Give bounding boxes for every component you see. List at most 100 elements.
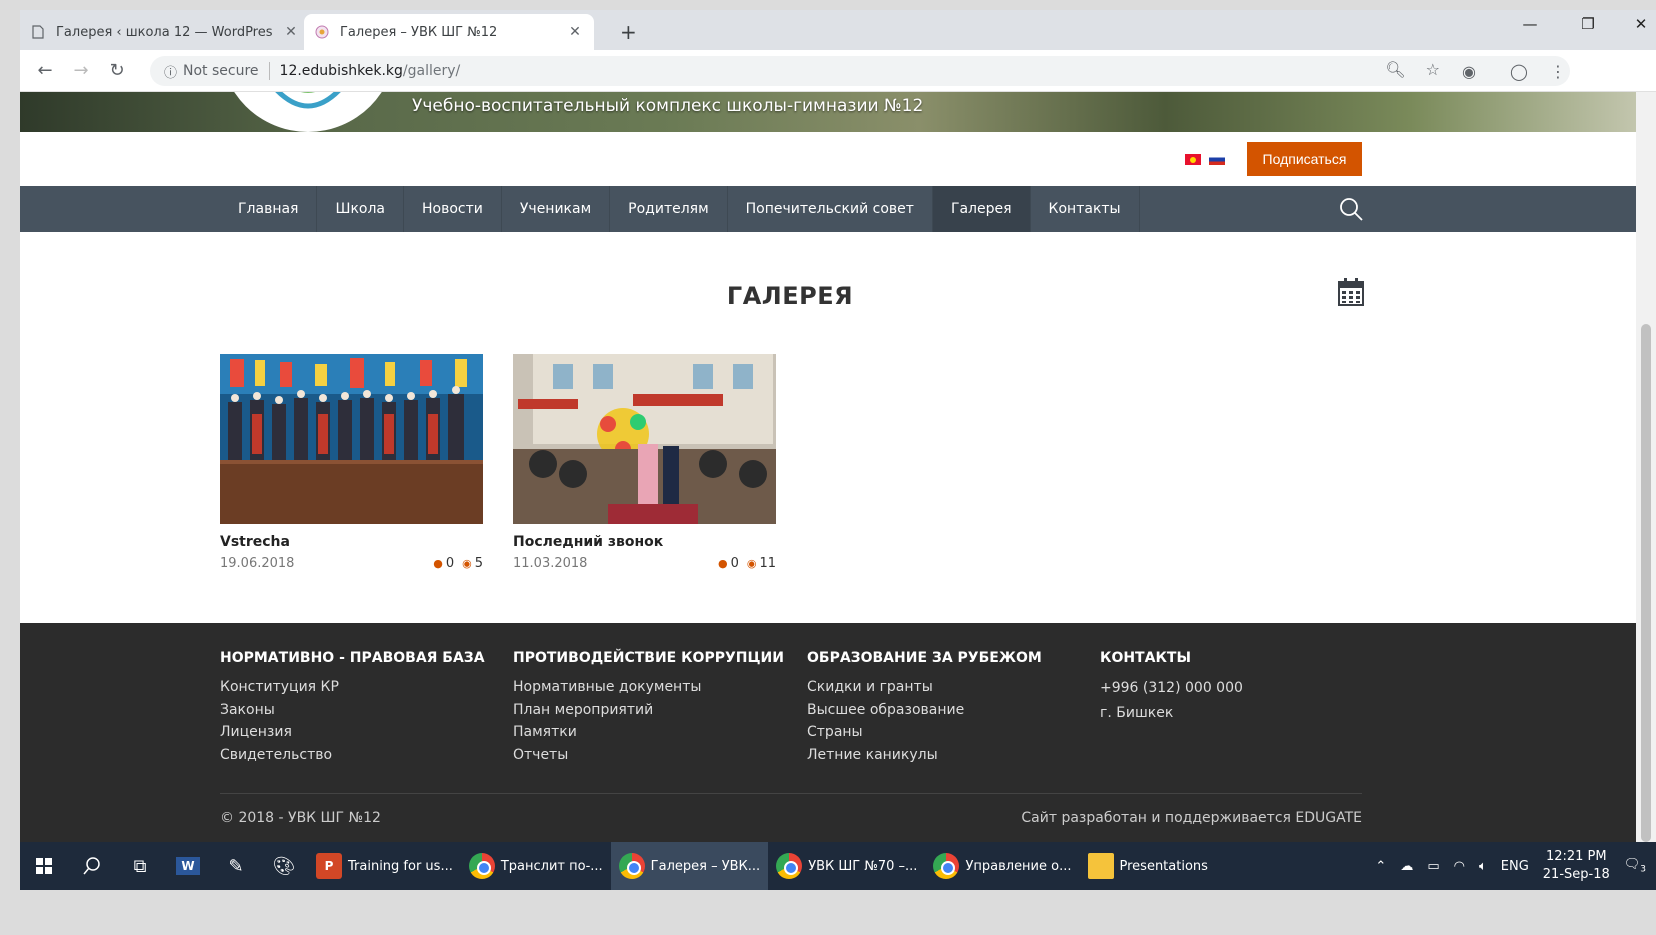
footer-link[interactable]: Свидетельство xyxy=(220,744,485,767)
taskbar-app-powerpoint[interactable]: P Training for us... xyxy=(308,842,461,890)
footer-link[interactable]: План мероприятий xyxy=(513,699,784,722)
powerpoint-icon: P xyxy=(316,853,342,879)
restore-icon[interactable]: ❐ xyxy=(1573,15,1603,33)
cloud-icon[interactable]: ☁ xyxy=(1400,859,1413,874)
battery-icon[interactable]: ▭ xyxy=(1427,859,1439,874)
browser-tab-gallery[interactable]: Галерея – УВК ШГ №12 ✕ xyxy=(304,14,594,50)
album-title[interactable]: Последний звонок xyxy=(513,534,776,550)
info-icon[interactable]: ⓘ xyxy=(164,62,177,81)
scrollbar-thumb[interactable] xyxy=(1641,324,1651,842)
taskbar-app-chrome-active[interactable]: Галерея – УВК... xyxy=(610,842,769,890)
windows-start-icon[interactable] xyxy=(20,842,68,890)
school-logo[interactable] xyxy=(220,92,396,132)
taskbar-app-chrome[interactable]: Управление о... xyxy=(925,842,1079,890)
nav-item-home[interactable]: Главная xyxy=(220,186,318,232)
paint-icon[interactable]: 🎨︎ xyxy=(260,842,308,890)
app-label: Training for us... xyxy=(348,858,453,874)
extension-icon[interactable]: ◉ xyxy=(1462,62,1476,81)
footer-heading: НОРМАТИВНО - ПРАВОВАЯ БАЗА xyxy=(220,650,485,666)
notes-icon[interactable]: ✎ xyxy=(212,842,260,890)
footer-link[interactable]: Конституция КР xyxy=(220,676,485,699)
clock-date: 21-Sep-18 xyxy=(1542,867,1610,882)
footer-link[interactable]: Летние каникулы xyxy=(807,744,1042,767)
profile-icon[interactable]: ◯ xyxy=(1510,62,1528,81)
address-bar[interactable]: ⓘ Not secure 12.edubishkek.kg /gallery/ … xyxy=(150,56,1570,86)
language-indicator[interactable]: ENG xyxy=(1501,859,1529,874)
album-date: 19.06.2018 xyxy=(220,556,295,571)
back-icon[interactable]: ← xyxy=(32,60,58,81)
minimize-icon[interactable]: — xyxy=(1515,15,1545,33)
close-tab-icon[interactable]: ✕ xyxy=(566,24,584,40)
zoom-icon[interactable]: 🔍︎ xyxy=(1385,60,1405,79)
footer-link[interactable]: Высшее образование xyxy=(807,699,1042,722)
album-meta: 19.06.2018 ● 0 ◉ 5 xyxy=(220,556,483,571)
menu-dots-icon[interactable]: ⋮ xyxy=(1550,62,1566,81)
nav-item-school[interactable]: Школа xyxy=(317,186,405,232)
header-banner: Учебно-воспитательный комплекс школы-гим… xyxy=(20,92,1656,132)
taskbar-app-chrome[interactable]: Транслит по-... xyxy=(461,842,611,890)
album-thumbnail[interactable] xyxy=(513,354,776,524)
windows-taskbar: ⧉ W ✎ 🎨︎ P Training for us... Транслит п… xyxy=(20,842,1656,890)
album-card[interactable]: Последний звонок 11.03.2018 ● 0 ◉ 11 xyxy=(513,354,776,571)
folder-icon xyxy=(1087,853,1114,879)
chrome-icon xyxy=(776,853,803,879)
album-stats: ● 0 ◉ 5 xyxy=(433,556,483,571)
kyrgyz-flag-icon[interactable] xyxy=(1185,154,1201,165)
volume-icon[interactable]: 🔈︎ xyxy=(1479,859,1487,874)
taskbar-app-chrome[interactable]: УВК ШГ №70 –... xyxy=(768,842,925,890)
footer-column-contacts: КОНТАКТЫ +996 (312) 000 000 г. Бишкек xyxy=(1100,650,1243,726)
nav-item-news[interactable]: Новости xyxy=(404,186,502,232)
divider xyxy=(220,793,1362,794)
album-title[interactable]: Vstrecha xyxy=(220,534,483,550)
forward-icon[interactable]: → xyxy=(68,60,94,81)
comment-count: 0 xyxy=(730,556,739,571)
developer-credits[interactable]: Сайт разработан и поддерживается EDUGATE xyxy=(1021,810,1362,826)
album-meta: 11.03.2018 ● 0 ◉ 11 xyxy=(513,556,776,571)
calendar-icon[interactable] xyxy=(1338,278,1364,306)
footer-link[interactable]: Лицензия xyxy=(220,721,485,744)
close-tab-icon[interactable]: ✕ xyxy=(282,24,300,40)
omnibox-actions: 🔍︎ ☆ xyxy=(1385,60,1440,79)
tab-title: Галерея ‹ школа 12 — WordPres xyxy=(56,24,273,40)
nav-item-parents[interactable]: Родителям xyxy=(610,186,728,232)
search-icon[interactable] xyxy=(68,842,116,890)
view-count: 11 xyxy=(759,556,776,571)
album-thumbnail[interactable] xyxy=(220,354,483,524)
url-path: /gallery/ xyxy=(402,63,461,79)
nav-item-contacts[interactable]: Контакты xyxy=(1031,186,1140,232)
browser-tab-admin[interactable]: Галерея ‹ школа 12 — WordPres ✕ xyxy=(20,14,310,50)
chevron-up-icon[interactable]: ⌃ xyxy=(1375,859,1386,874)
clock[interactable]: 12:21 PM 21-Sep-18 xyxy=(1543,848,1610,884)
footer-link[interactable]: Страны xyxy=(807,721,1042,744)
footer-link[interactable]: Памятки xyxy=(513,721,784,744)
close-window-icon[interactable]: ✕ xyxy=(1626,15,1656,33)
nav-item-gallery[interactable]: Галерея xyxy=(932,186,1031,232)
nav-item-board[interactable]: Попечительский совет xyxy=(728,186,933,232)
russian-flag-icon[interactable] xyxy=(1209,154,1225,165)
word-icon[interactable]: W xyxy=(164,842,212,890)
search-icon[interactable] xyxy=(1338,196,1364,222)
main-navigation: Главная Школа Новости Ученикам Родителям… xyxy=(20,186,1656,232)
task-view-icon[interactable]: ⧉ xyxy=(116,842,164,890)
footer-link[interactable]: Скидки и гранты xyxy=(807,676,1042,699)
footer-link[interactable]: Нормативные документы xyxy=(513,676,784,699)
footer-heading: КОНТАКТЫ xyxy=(1100,650,1191,666)
footer-heading: ОБРАЗОВАНИЕ ЗА РУБЕЖОМ xyxy=(807,650,1042,666)
security-status: Not secure xyxy=(183,63,259,79)
footer-link[interactable]: Законы xyxy=(220,699,485,722)
stage-photo xyxy=(220,354,483,524)
bookmark-star-icon[interactable]: ☆ xyxy=(1426,60,1440,79)
album-card[interactable]: Vstrecha 19.06.2018 ● 0 ◉ 5 xyxy=(220,354,483,571)
wifi-icon[interactable]: ◠ xyxy=(1454,859,1465,874)
subscribe-button[interactable]: Подписаться xyxy=(1247,142,1362,176)
new-tab-button[interactable]: + xyxy=(620,20,637,44)
taskbar-app-explorer[interactable]: Presentations xyxy=(1080,842,1216,890)
nav-item-students[interactable]: Ученикам xyxy=(502,186,611,232)
ceremony-photo xyxy=(513,354,776,524)
app-label: Галерея – УВК... xyxy=(650,858,761,874)
page-icon xyxy=(30,24,46,40)
reload-icon[interactable]: ↻ xyxy=(104,60,130,81)
footer-link[interactable]: Отчеты xyxy=(513,744,784,767)
notifications-icon[interactable]: 🗨︎3 xyxy=(1624,857,1646,875)
footer-column-anticorruption: ПРОТИВОДЕЙСТВИЕ КОРРУПЦИИ Нормативные до… xyxy=(513,650,784,766)
